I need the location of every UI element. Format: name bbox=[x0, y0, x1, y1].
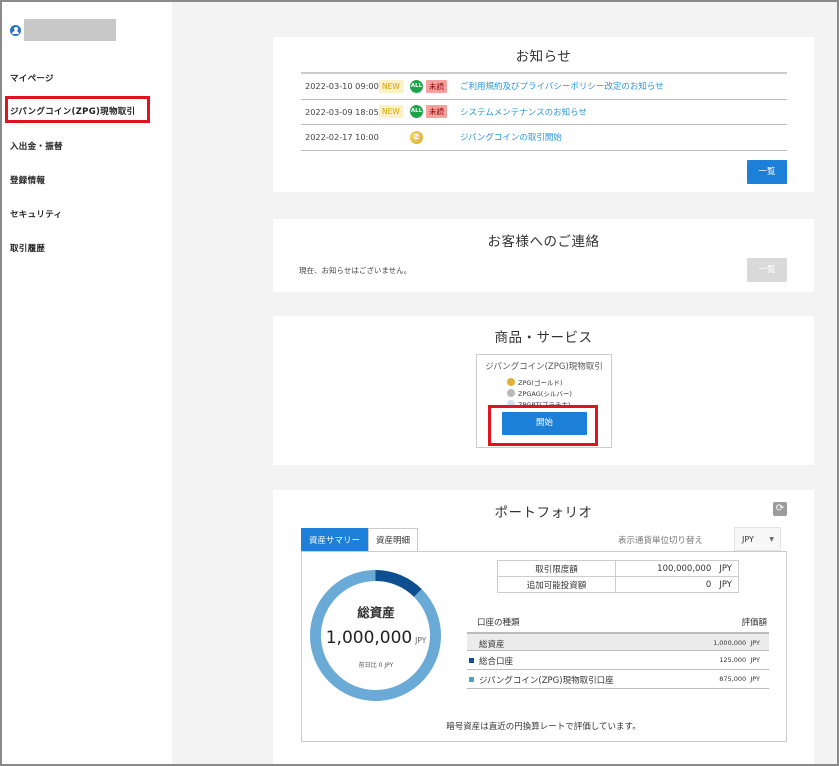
sidebar-item-trade-history[interactable]: 取引履歴 bbox=[10, 242, 45, 254]
notice-link[interactable]: ご利用規約及びプライバシーポリシー改定のお知らせ bbox=[460, 80, 664, 92]
new-badge: NEW bbox=[379, 79, 403, 93]
app-frame: マイページ ジパングコイン(ZPG)現物取引 入出金・振替 登録情報 セキュリテ… bbox=[0, 0, 839, 766]
account-name: 総合口座 bbox=[479, 657, 514, 667]
account-name: 総資産 bbox=[479, 640, 505, 650]
portfolio-tabs: 資産サマリー 資産明細 bbox=[301, 528, 419, 552]
portfolio-card: ポートフォリオ ⟳ 資産サマリー 資産明細 表示通貨単位切り替え JPY ▼ 総… bbox=[273, 490, 814, 764]
products-card: 商品・サービス ジパングコイン(ZPG)現物取引 ZPG(ゴールド) ZPGAG… bbox=[273, 316, 814, 465]
currency-select[interactable]: JPY ▼ bbox=[734, 527, 781, 551]
sidebar-item-registration[interactable]: 登録情報 bbox=[10, 174, 45, 186]
notice-row[interactable]: 2022-02-17 10:00 Z ジパングコインの取引開始 bbox=[301, 125, 787, 151]
notice-link[interactable]: システムメンテナンスのお知らせ bbox=[460, 106, 587, 118]
limit-value: 0 JPY bbox=[615, 576, 739, 593]
account-name: ジパングコイン(ZPG)現物取引口座 bbox=[479, 676, 614, 686]
legend-square-icon bbox=[469, 658, 474, 663]
notices-table: 2022-03-10 09:00 NEW ALL 未読 ご利用規約及びプライバシ… bbox=[301, 72, 787, 151]
all-badge-icon: ALL bbox=[410, 79, 423, 93]
product-item-label: ZPG(ゴールド) bbox=[518, 379, 563, 387]
product-item-label: ZPGAG(シルバー) bbox=[518, 390, 572, 398]
portfolio-title: ポートフォリオ bbox=[494, 505, 593, 521]
highlight-box-sidebar bbox=[5, 96, 150, 123]
currency-select-value: JPY bbox=[742, 535, 754, 544]
tab-asset-details[interactable]: 資産明細 bbox=[368, 528, 419, 552]
new-badge: NEW bbox=[379, 105, 403, 119]
limit-key: 取引限度額 bbox=[497, 560, 616, 577]
notice-row[interactable]: 2022-03-09 18:05 NEW ALL 未読 システムメンテナンスのお… bbox=[301, 100, 787, 125]
gold-coin-icon bbox=[507, 378, 515, 386]
silver-coin-icon bbox=[507, 389, 515, 397]
account-amount: 875,000 JPY bbox=[719, 675, 760, 683]
account-amount: 125,000 JPY bbox=[719, 656, 760, 664]
sidebar-item-security[interactable]: セキュリティ bbox=[10, 208, 62, 220]
contact-message: 現在、お知らせはございません。 bbox=[299, 266, 412, 275]
donut-total-label: 総資産 bbox=[357, 605, 395, 620]
limit-value: 100,000,000 JPY bbox=[615, 560, 739, 577]
chevron-down-icon: ▼ bbox=[769, 536, 774, 543]
contact-card: お客様へのご連絡 現在、お知らせはございません。 一覧 bbox=[273, 219, 814, 292]
contact-title: お客様へのご連絡 bbox=[487, 234, 600, 250]
sidebar-item-deposit-withdraw[interactable]: 入出金・振替 bbox=[10, 140, 63, 152]
donut-total-unit: JPY bbox=[415, 636, 427, 645]
currency-switch-label: 表示通貨単位切り替え bbox=[618, 536, 704, 546]
user-icon bbox=[10, 24, 21, 36]
user-name-redacted bbox=[24, 19, 116, 41]
donut-total-value-row: 1,000,000 JPY bbox=[313, 628, 439, 648]
donut-segment bbox=[375, 570, 422, 598]
notice-date: 2022-03-09 18:05 bbox=[305, 106, 379, 117]
account-row: 総合口座 125,000 JPY bbox=[467, 651, 769, 670]
sidebar: マイページ ジパングコイン(ZPG)現物取引 入出金・振替 登録情報 セキュリテ… bbox=[2, 2, 172, 764]
all-badge-icon: ALL bbox=[410, 105, 423, 119]
accounts-list: 総資産 1,000,000 JPY 総合口座 125,000 JPY ジパングコ… bbox=[467, 632, 769, 689]
zipang-coin-icon: Z bbox=[410, 130, 423, 144]
notices-card: お知らせ 2022-03-10 09:00 NEW ALL 未読 ご利用規約及び… bbox=[273, 37, 814, 192]
notice-date: 2022-03-10 09:00 bbox=[305, 81, 379, 92]
notices-list-button[interactable]: 一覧 bbox=[747, 160, 787, 184]
contact-list-button[interactable]: 一覧 bbox=[747, 258, 787, 282]
tab-asset-summary[interactable]: 資産サマリー bbox=[301, 528, 369, 552]
donut-day-change: 前日比 0 JPY bbox=[358, 662, 394, 669]
donut-total-value: 1,000,000 bbox=[325, 628, 413, 648]
legend-square-icon bbox=[469, 677, 474, 682]
highlight-box-start bbox=[488, 405, 598, 446]
limits-table: 取引限度額 100,000,000 JPY 追加可能投資額 0 JPY bbox=[497, 560, 739, 593]
limits-row: 追加可能投資額 0 JPY bbox=[497, 576, 739, 593]
account-row: ジパングコイン(ZPG)現物取引口座 875,000 JPY bbox=[467, 670, 769, 689]
product-item-gold: ZPG(ゴールド) bbox=[507, 377, 562, 387]
main-content: お知らせ 2022-03-10 09:00 NEW ALL 未読 ご利用規約及び… bbox=[172, 2, 837, 764]
notices-title: お知らせ bbox=[515, 49, 572, 65]
limits-row: 取引限度額 100,000,000 JPY bbox=[497, 560, 739, 577]
notice-link[interactable]: ジパングコインの取引開始 bbox=[460, 131, 562, 143]
accounts-header-type: 口座の種類 bbox=[477, 618, 520, 628]
unread-badge: 未読 bbox=[426, 105, 447, 119]
accounts-header-value: 評価額 bbox=[741, 618, 767, 628]
notice-row[interactable]: 2022-03-10 09:00 NEW ALL 未読 ご利用規約及びプライバシ… bbox=[301, 74, 787, 100]
refresh-icon[interactable]: ⟳ bbox=[773, 502, 787, 516]
account-row-total: 総資産 1,000,000 JPY bbox=[467, 632, 769, 651]
account-amount: 1,000,000 JPY bbox=[713, 639, 760, 647]
portfolio-note: 暗号資産は直近の円換算レートで評価しています。 bbox=[446, 722, 641, 732]
unread-badge: 未読 bbox=[426, 79, 447, 93]
user-row[interactable] bbox=[10, 18, 116, 42]
product-name: ジパングコイン(ZPG)現物取引 bbox=[485, 362, 603, 372]
products-title: 商品・サービス bbox=[494, 330, 593, 346]
sidebar-item-mypage[interactable]: マイページ bbox=[10, 72, 54, 84]
product-item-silver: ZPGAG(シルバー) bbox=[507, 388, 572, 398]
limit-key: 追加可能投資額 bbox=[497, 576, 616, 593]
accounts-header: 口座の種類 評価額 bbox=[477, 616, 767, 628]
notice-date: 2022-02-17 10:00 bbox=[305, 132, 379, 143]
